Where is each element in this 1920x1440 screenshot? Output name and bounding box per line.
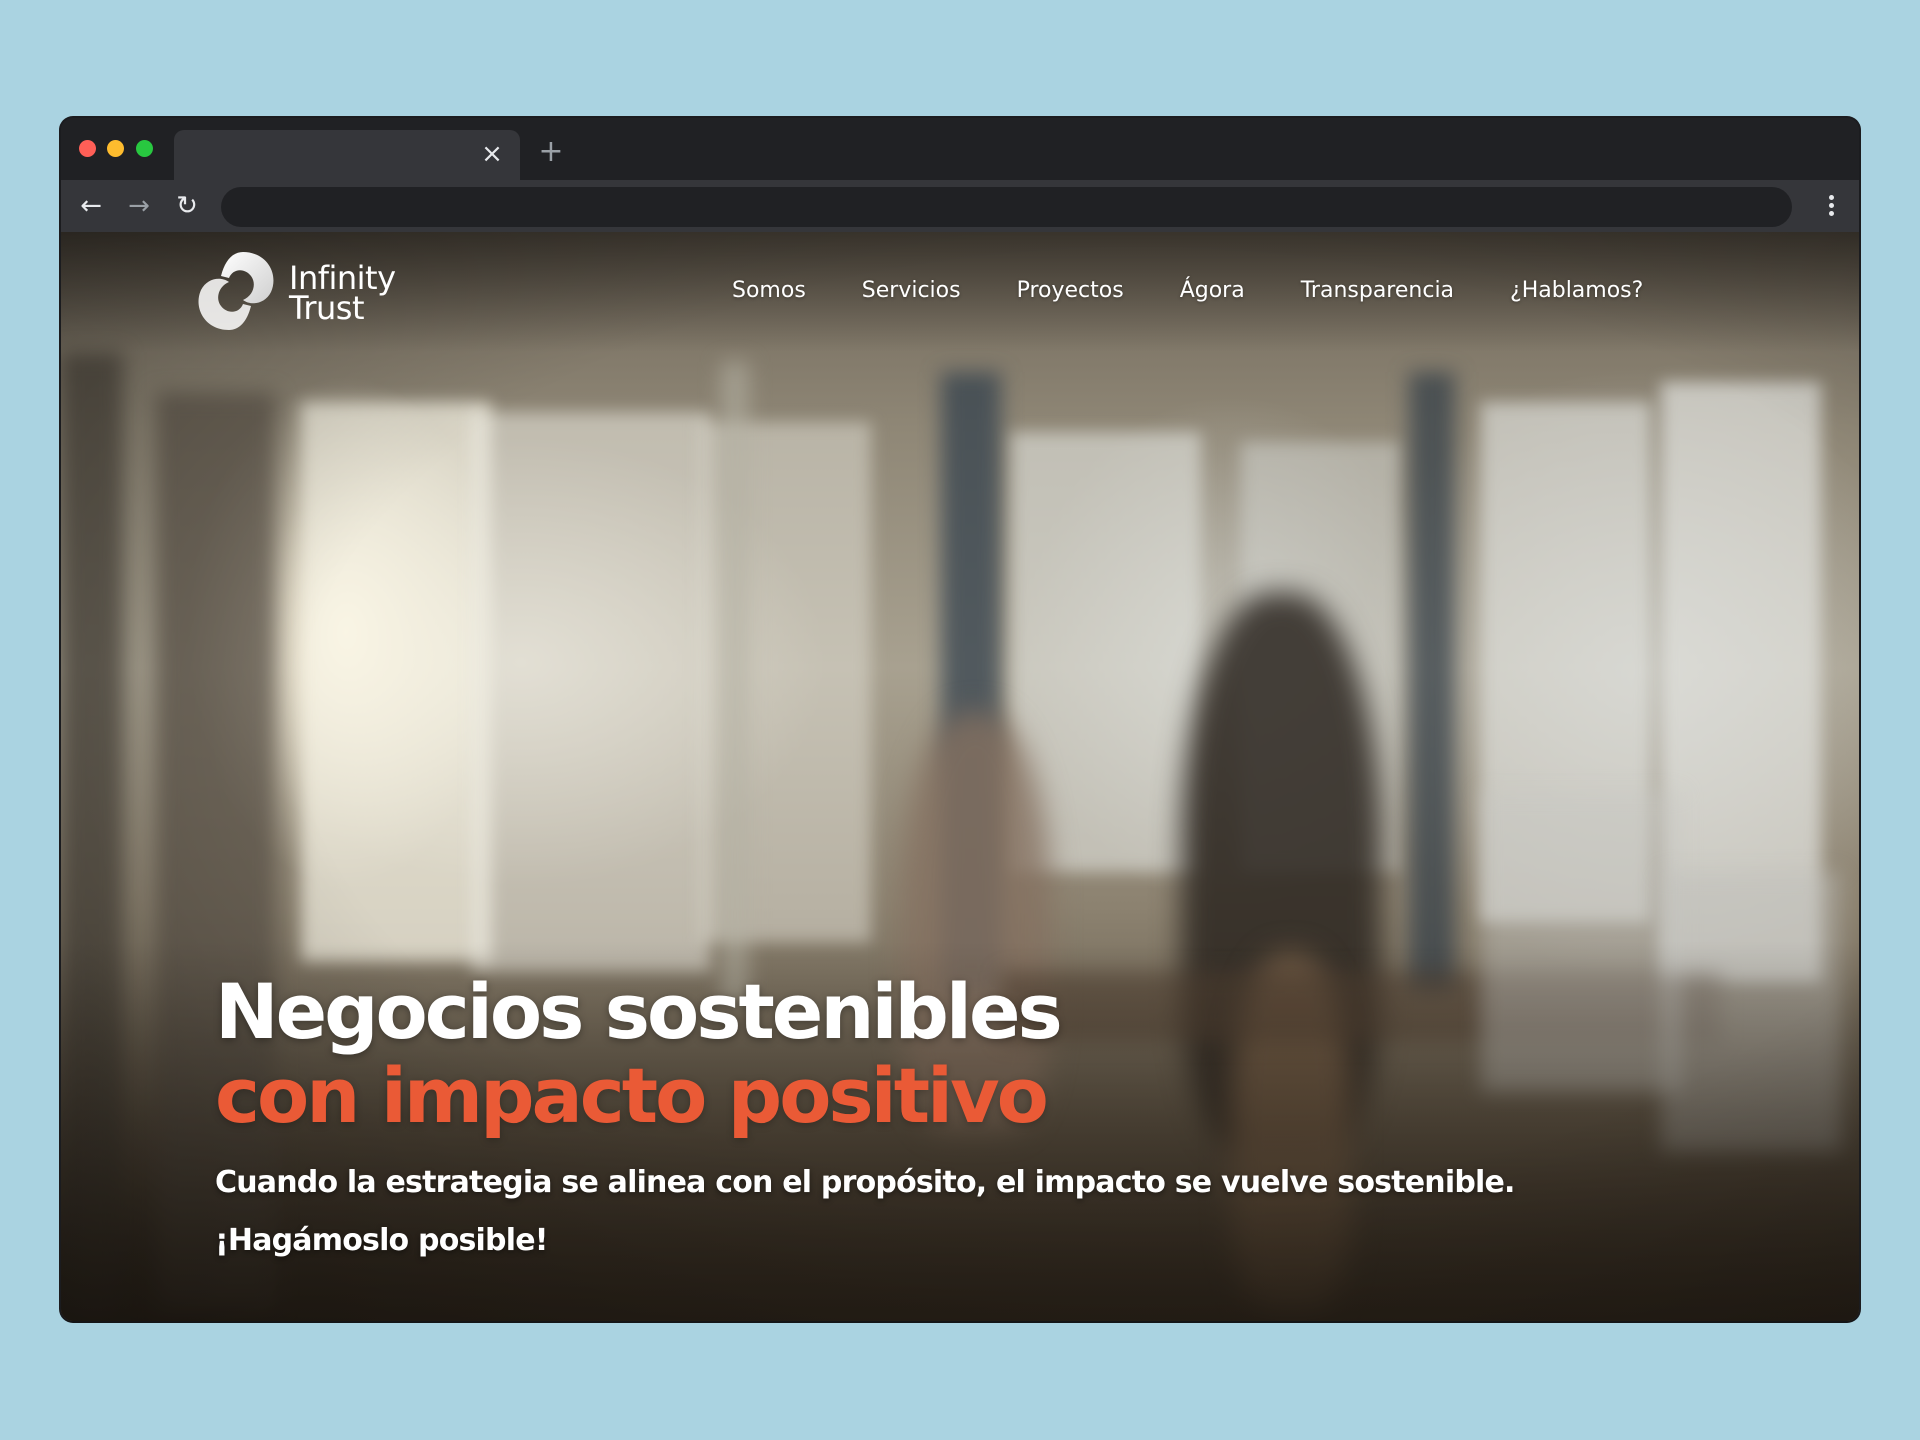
minimize-window-icon[interactable]: [107, 140, 124, 157]
hero-headline-white: Negocios sostenibles: [215, 967, 1063, 1056]
hero-headline-orange: con impacto positivo: [215, 1051, 1049, 1140]
main-navigation: Somos Servicios Proyectos Ágora Transpar…: [732, 276, 1643, 306]
reload-icon[interactable]: ↻: [171, 190, 203, 222]
site-logo[interactable]: Infinity Trust: [191, 246, 401, 336]
hero-subtitle: Cuando la estrategia se alinea con el pr…: [215, 1154, 1799, 1270]
menu-dot: [1828, 195, 1834, 200]
infinity-swirl-logo-icon: [198, 252, 274, 330]
forward-arrow-icon[interactable]: →: [123, 190, 155, 222]
nav-link-proyectos[interactable]: Proyectos: [1017, 276, 1124, 306]
hero-section: Negocios sostenibles con impacto positiv…: [215, 970, 1799, 1270]
tab-close-icon[interactable]: ×: [478, 140, 506, 168]
nav-link-somos[interactable]: Somos: [732, 276, 806, 306]
nav-link-servicios[interactable]: Servicios: [862, 276, 961, 306]
hero-subtitle-line1: Cuando la estrategia se alinea con el pr…: [215, 1165, 1515, 1200]
tab-strip: × +: [61, 118, 1859, 180]
more-vertical-icon[interactable]: [1821, 192, 1841, 222]
address-bar[interactable]: [221, 187, 1792, 227]
browser-window: × + ← → ↻ Infinity Trust Somos Servicios…: [61, 118, 1859, 1321]
close-window-icon[interactable]: [79, 140, 96, 157]
logo-wordmark-line2: Trust: [289, 289, 365, 327]
menu-dot: [1828, 203, 1834, 208]
menu-dot: [1828, 211, 1834, 216]
nav-link-hablamos[interactable]: ¿Hablamos?: [1510, 276, 1643, 306]
back-arrow-icon[interactable]: ←: [75, 190, 107, 222]
nav-link-agora[interactable]: Ágora: [1180, 276, 1245, 306]
new-tab-icon[interactable]: +: [535, 136, 567, 168]
maximize-window-icon[interactable]: [136, 140, 153, 157]
hero-subtitle-line2: ¡Hagámoslo posible!: [215, 1223, 548, 1258]
nav-link-transparencia[interactable]: Transparencia: [1301, 276, 1454, 306]
browser-toolbar: ← → ↻: [61, 180, 1859, 232]
browser-tab[interactable]: ×: [174, 130, 520, 180]
